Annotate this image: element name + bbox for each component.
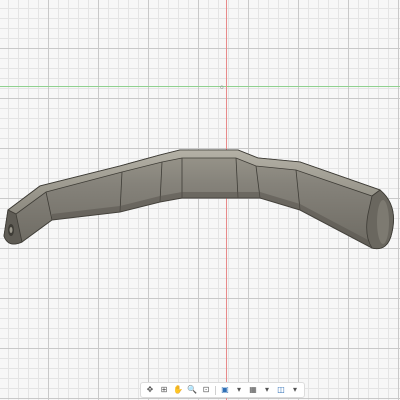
pan-icon[interactable]: ✋	[172, 384, 184, 396]
model-main-face	[3, 149, 394, 250]
design-canvas[interactable]: o ✥ ⊞ ✋ �	[0, 0, 400, 400]
display-settings-icon[interactable]: ▣	[219, 384, 231, 396]
model-pin-hole-inner	[9, 227, 13, 233]
model-end-cap-highlight	[377, 200, 389, 244]
zoom-icon[interactable]: 🔍	[186, 384, 198, 396]
chevron-down-icon[interactable]: ▾	[261, 384, 273, 396]
3d-model-body[interactable]	[0, 0, 400, 400]
fit-icon[interactable]: ⊡	[200, 384, 212, 396]
toolbar-divider	[215, 385, 216, 395]
chevron-down-icon[interactable]: ▾	[289, 384, 301, 396]
look-at-icon[interactable]: ⊞	[158, 384, 170, 396]
grid-snap-icon[interactable]: ▦	[247, 384, 259, 396]
navigation-toolbar: ✥ ⊞ ✋ 🔍 ⊡ ▣ ▾ ▦ ▾ ◫ ▾	[140, 382, 305, 398]
viewports-icon[interactable]: ◫	[275, 384, 287, 396]
chevron-down-icon[interactable]: ▾	[233, 384, 245, 396]
orbit-icon[interactable]: ✥	[144, 384, 156, 396]
